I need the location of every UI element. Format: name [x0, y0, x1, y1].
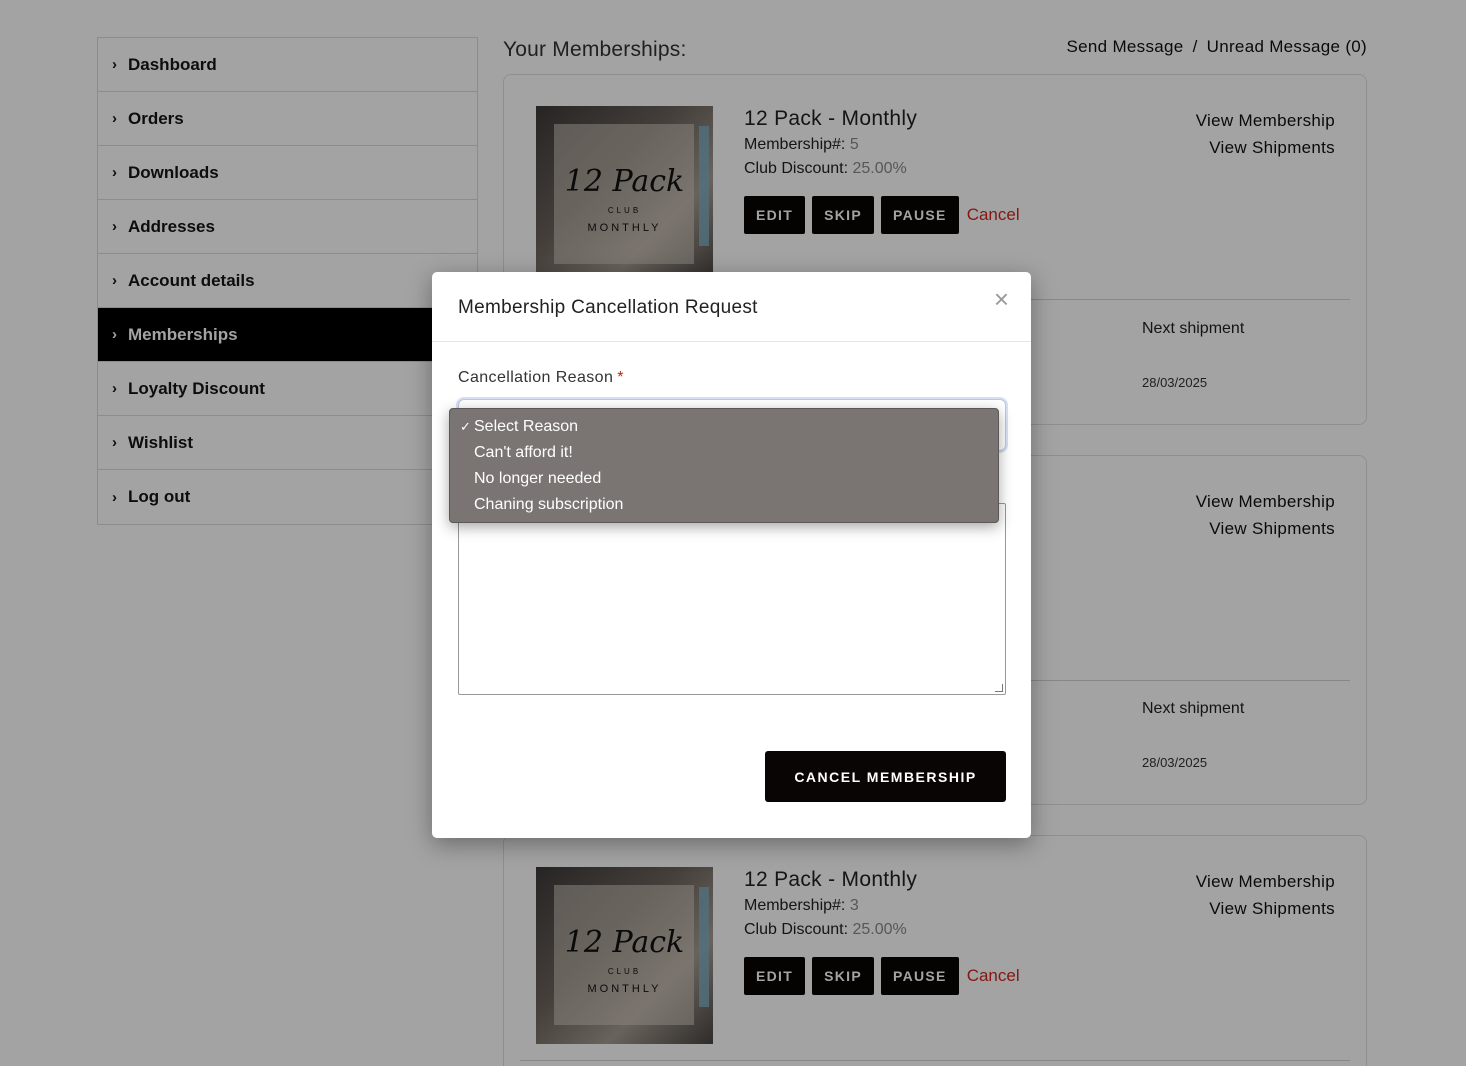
close-icon[interactable]: × — [994, 286, 1009, 312]
required-marker: * — [617, 369, 624, 386]
cancellation-comment-textarea[interactable] — [458, 503, 1006, 695]
cancellation-modal: Membership Cancellation Request × Cancel… — [432, 272, 1031, 838]
reason-option-label: Select Reason — [474, 418, 579, 435]
reason-option-label: No longer needed — [474, 470, 602, 487]
cancel-membership-button[interactable]: CANCEL MEMBERSHIP — [765, 751, 1006, 802]
reason-option-select-reason[interactable]: ✓ Select Reason — [450, 414, 998, 440]
reason-option-label: Can't afford it! — [474, 444, 573, 461]
cancellation-reason-options: ✓ Select Reason Can't afford it! No long… — [449, 408, 999, 523]
reason-option-cant-afford[interactable]: Can't afford it! — [450, 440, 998, 466]
cancellation-reason-label: Cancellation Reason * — [458, 369, 624, 387]
modal-title: Membership Cancellation Request — [458, 297, 758, 318]
cancellation-reason-label-text: Cancellation Reason — [458, 369, 614, 386]
reason-option-chaning-subscription[interactable]: Chaning subscription — [450, 492, 998, 518]
check-icon: ✓ — [460, 419, 471, 434]
reason-option-label: Chaning subscription — [474, 496, 624, 513]
resize-handle-icon[interactable] — [995, 684, 1003, 692]
modal-header: Membership Cancellation Request × — [432, 272, 1031, 342]
reason-option-no-longer-needed[interactable]: No longer needed — [450, 466, 998, 492]
